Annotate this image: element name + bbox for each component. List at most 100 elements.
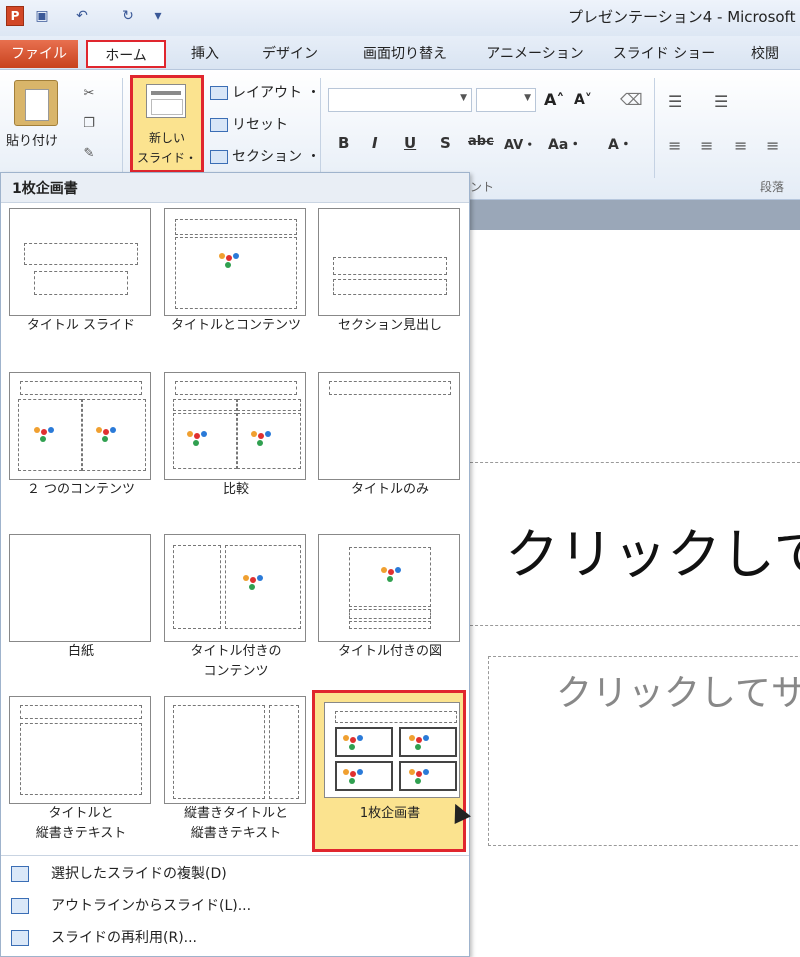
placeholder-box bbox=[335, 711, 457, 723]
layout-caption: セクション見出し bbox=[337, 318, 442, 333]
picture-placeholder-icon bbox=[219, 253, 245, 271]
layout-thumbnail[interactable] bbox=[164, 208, 306, 316]
ribbon-divider bbox=[122, 78, 123, 178]
picture-placeholder-icon bbox=[343, 735, 369, 753]
chevron-down-icon[interactable]: ▼ bbox=[460, 93, 467, 103]
font-size-combo[interactable]: ▼ bbox=[476, 88, 536, 112]
placeholder-box bbox=[333, 279, 447, 295]
format-painter-icon[interactable]: ✎ bbox=[80, 146, 98, 162]
align-center-icon[interactable]: ≡ bbox=[700, 136, 713, 155]
font-name-combo[interactable]: ▼ bbox=[328, 88, 472, 112]
layout-button[interactable]: レイアウト ・ bbox=[210, 82, 320, 104]
layout-caption: 比較 bbox=[222, 482, 249, 497]
reuse-slides-icon bbox=[11, 930, 29, 946]
numbering-icon[interactable]: ☰ bbox=[714, 92, 728, 111]
tab-animations[interactable]: アニメーション bbox=[480, 40, 590, 68]
reset-button[interactable]: リセット bbox=[210, 114, 288, 136]
new-slide-icon[interactable] bbox=[146, 84, 186, 118]
menu-outline-label: アウトラインからスライド(L)... bbox=[51, 898, 252, 914]
strikethrough-button[interactable]: abc bbox=[468, 134, 494, 149]
bold-button[interactable]: B bbox=[338, 134, 349, 152]
layout-thumbnail[interactable] bbox=[9, 534, 151, 642]
layout-thumbnail[interactable] bbox=[318, 208, 460, 316]
placeholder-box bbox=[34, 271, 128, 295]
chevron-down-icon[interactable]: ▼ bbox=[524, 93, 531, 103]
menu-reuse-label: スライドの再利用(R)... bbox=[51, 930, 198, 946]
italic-button[interactable]: I bbox=[372, 134, 378, 152]
layout-label: レイアウト ・ bbox=[232, 85, 321, 101]
tab-home[interactable]: ホーム bbox=[86, 40, 166, 68]
tab-insert[interactable]: 挿入 bbox=[180, 40, 230, 68]
layout-thumbnail[interactable] bbox=[318, 534, 460, 642]
layout-thumbnail[interactable] bbox=[164, 696, 306, 804]
tab-review[interactable]: 校閲 bbox=[740, 40, 790, 68]
shrink-font-icon[interactable]: A˅ bbox=[574, 92, 592, 108]
layout-thumbnail[interactable] bbox=[318, 372, 460, 480]
change-case-button[interactable]: Aa・ bbox=[548, 134, 582, 154]
layout-thumbnail[interactable] bbox=[9, 208, 151, 316]
picture-placeholder-icon bbox=[381, 567, 407, 585]
layout-thumbnail[interactable] bbox=[164, 534, 306, 642]
cut-icon[interactable]: ✂ bbox=[80, 86, 98, 102]
paste-button-label[interactable]: 貼り付け bbox=[6, 130, 58, 149]
section-button[interactable]: セクション ・ bbox=[210, 146, 320, 168]
underline-button[interactable]: U bbox=[404, 134, 416, 152]
paragraph-group-label: 段落 bbox=[760, 180, 785, 194]
clear-formatting-icon[interactable]: ⌫ bbox=[620, 90, 643, 109]
layout-caption: タイトル スライド bbox=[26, 318, 136, 333]
outline-icon bbox=[11, 898, 29, 914]
justify-icon[interactable]: ≡ bbox=[766, 136, 779, 155]
copy-icon[interactable]: ❐ bbox=[80, 116, 98, 132]
layout-caption: タイトルと 縦書きテキスト bbox=[35, 806, 127, 841]
tab-transitions[interactable]: 画面切り替え bbox=[350, 40, 460, 68]
placeholder-box bbox=[20, 723, 142, 795]
layout-caption: タイトルとコンテンツ bbox=[170, 318, 301, 333]
menu-divider bbox=[1, 855, 469, 856]
layout-thumbnail[interactable] bbox=[9, 696, 151, 804]
undo-icon[interactable]: ↶ bbox=[72, 6, 92, 26]
tab-file[interactable]: ファイル bbox=[0, 40, 78, 68]
font-color-button[interactable]: A・ bbox=[608, 134, 633, 154]
placeholder-box bbox=[329, 381, 451, 395]
reset-icon bbox=[210, 118, 228, 132]
placeholder-box bbox=[349, 621, 431, 629]
gallery-title: 1枚企画書 bbox=[12, 181, 78, 197]
tab-design[interactable]: デザイン bbox=[250, 40, 330, 68]
tab-slideshow[interactable]: スライド ショー bbox=[604, 40, 724, 68]
placeholder-box bbox=[269, 705, 299, 799]
layout-caption: ２ つのコンテンツ bbox=[26, 482, 136, 497]
save-icon[interactable]: ▣ bbox=[32, 6, 52, 26]
customize-qat-icon[interactable]: ▾ bbox=[148, 6, 168, 26]
layout-thumbnail[interactable] bbox=[324, 702, 460, 798]
picture-placeholder-icon bbox=[243, 575, 269, 593]
menu-duplicate-slides[interactable]: 選択したスライドの複製(D) bbox=[1, 858, 469, 890]
shadow-button[interactable]: S bbox=[440, 134, 451, 152]
menu-slides-from-outline[interactable]: アウトラインからスライド(L)... bbox=[1, 890, 469, 922]
layout-thumbnail[interactable] bbox=[164, 372, 306, 480]
grow-font-icon[interactable]: A˄ bbox=[544, 90, 564, 109]
bullets-icon[interactable]: ☰ bbox=[668, 92, 682, 111]
reset-label: リセット bbox=[232, 117, 288, 133]
redo-icon[interactable]: ↻ bbox=[118, 6, 138, 26]
window-title: プレゼンテーション4 - Microsoft bbox=[568, 8, 796, 26]
align-left-icon[interactable]: ≡ bbox=[668, 136, 681, 155]
placeholder-box bbox=[175, 219, 297, 235]
picture-placeholder-icon bbox=[409, 735, 435, 753]
layout-icon bbox=[210, 86, 228, 100]
picture-placeholder-icon bbox=[34, 427, 60, 445]
new-slide-label[interactable]: 新しい スライド・ bbox=[134, 128, 200, 168]
duplicate-slide-icon bbox=[11, 866, 29, 882]
powerpoint-app-icon[interactable]: P bbox=[6, 6, 24, 26]
align-right-icon[interactable]: ≡ bbox=[734, 136, 747, 155]
placeholder-box bbox=[173, 545, 221, 629]
menu-reuse-slides[interactable]: スライドの再利用(R)... bbox=[1, 922, 469, 954]
title-placeholder-text: クリックして bbox=[505, 523, 800, 586]
placeholder-box bbox=[175, 381, 297, 395]
placeholder-box bbox=[333, 257, 447, 275]
menu-duplicate-label: 選択したスライドの複製(D) bbox=[51, 866, 227, 882]
layout-thumbnail[interactable] bbox=[9, 372, 151, 480]
paste-icon[interactable] bbox=[14, 80, 58, 126]
placeholder-box bbox=[20, 705, 142, 719]
char-spacing-button[interactable]: AV・ bbox=[504, 134, 536, 153]
ribbon-divider bbox=[320, 78, 321, 178]
